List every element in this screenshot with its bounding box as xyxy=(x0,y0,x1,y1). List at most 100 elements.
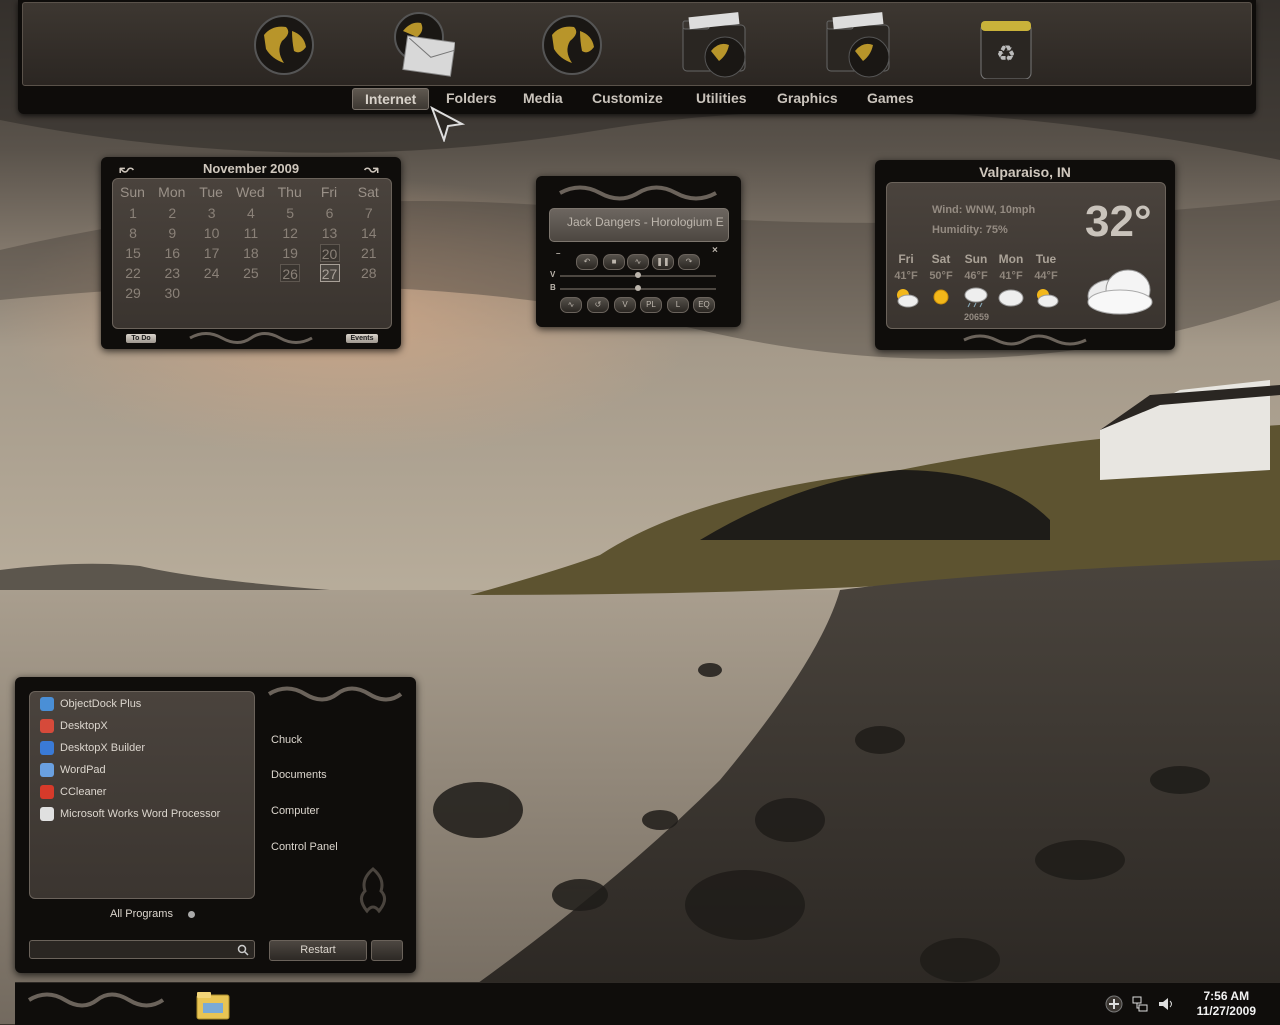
visualizer-button[interactable]: V xyxy=(614,297,636,313)
search-icon[interactable] xyxy=(237,944,249,956)
calendar-day[interactable]: 3 xyxy=(202,204,222,222)
volume-slider-knob[interactable] xyxy=(635,272,641,278)
next-button[interactable]: ↷ xyxy=(678,254,700,270)
all-programs-button[interactable]: All Programs xyxy=(110,908,196,920)
place-computer[interactable]: Computer xyxy=(271,805,319,817)
tab-games[interactable]: Games xyxy=(867,88,914,108)
calendar-day[interactable]: 30 xyxy=(162,284,182,302)
weekday-header: Sun xyxy=(120,184,145,200)
calendar-day[interactable]: 22 xyxy=(123,264,143,282)
forecast-day: Sat xyxy=(931,252,951,266)
calendar-day[interactable]: 17 xyxy=(202,244,222,262)
calendar-day[interactable]: 4 xyxy=(241,204,261,222)
weather-humidity: Humidity: 75% xyxy=(932,224,1008,236)
program-item[interactable]: CCleaner xyxy=(40,782,106,802)
search-input[interactable] xyxy=(32,942,234,957)
calendar-day[interactable]: 11 xyxy=(241,224,261,242)
explorer-folder-icon[interactable] xyxy=(195,989,231,1021)
calendar-day[interactable]: 9 xyxy=(162,224,182,242)
tribal-ornament-icon xyxy=(963,334,1087,346)
events-button[interactable]: Events xyxy=(346,334,378,343)
place-control-panel[interactable]: Control Panel xyxy=(271,841,338,853)
calendar-day[interactable]: 13 xyxy=(320,224,340,242)
calendar-day[interactable]: 28 xyxy=(359,264,379,282)
calendar-day[interactable]: 26 xyxy=(280,264,301,282)
minimize-button[interactable]: – xyxy=(556,249,560,258)
power-options-button[interactable] xyxy=(371,940,403,961)
start-button[interactable] xyxy=(25,989,167,1011)
program-label: DesktopX xyxy=(60,720,108,732)
place-user[interactable]: Chuck xyxy=(271,734,302,746)
media-player-widget: Jack Dangers - Horologium E – × ↶ ■ ∿ ❚❚… xyxy=(536,176,741,327)
mail-icon[interactable] xyxy=(391,11,456,79)
previous-button[interactable]: ↶ xyxy=(576,254,598,270)
tab-customize[interactable]: Customize xyxy=(592,88,663,108)
calendar-day[interactable]: 18 xyxy=(241,244,261,262)
calendar-day[interactable]: 12 xyxy=(280,224,300,242)
program-label: Microsoft Works Word Processor xyxy=(60,808,221,820)
calendar-day[interactable]: 19 xyxy=(280,244,300,262)
program-item[interactable]: WordPad xyxy=(40,760,106,780)
calendar-day[interactable]: 24 xyxy=(202,264,222,282)
place-documents[interactable]: Documents xyxy=(271,769,327,781)
shuffle-button[interactable]: ∿ xyxy=(560,297,582,313)
repeat-button[interactable]: ↺ xyxy=(587,297,609,313)
calendar-day-today[interactable]: 27 xyxy=(319,264,340,282)
folder-globe-icon[interactable] xyxy=(825,11,890,79)
todo-button[interactable]: To Do xyxy=(126,334,156,343)
calendar-day[interactable]: 25 xyxy=(241,264,261,282)
stop-button[interactable]: ■ xyxy=(603,254,625,270)
forecast-high: 41°F xyxy=(999,270,1023,282)
calendar-day[interactable]: 15 xyxy=(123,244,143,262)
playlist-button[interactable]: PL xyxy=(640,297,662,313)
weekday-header: Tue xyxy=(199,184,223,200)
tab-media[interactable]: Media xyxy=(523,88,563,108)
globe-icon[interactable] xyxy=(252,11,316,79)
forecast-day: Tue xyxy=(1035,252,1057,266)
recycle-bin-icon[interactable]: ♻ xyxy=(977,11,1041,80)
network-icon[interactable] xyxy=(1131,995,1149,1013)
calendar-widget: ↜ November 2009 ↝ Sun Mon Tue Wed Thu Fri Sat 1… xyxy=(101,157,401,349)
tab-graphics[interactable]: Graphics xyxy=(777,88,838,108)
plus-icon[interactable] xyxy=(1105,995,1123,1013)
play-button[interactable]: ∿ xyxy=(627,254,649,270)
calendar-day[interactable]: 23 xyxy=(162,264,182,282)
tab-folders[interactable]: Folders xyxy=(446,88,497,108)
program-label: DesktopX Builder xyxy=(60,742,145,754)
calendar-day[interactable]: 5 xyxy=(280,204,300,222)
program-item[interactable]: DesktopX xyxy=(40,716,108,736)
calendar-day[interactable]: 29 xyxy=(123,284,143,302)
calendar-day[interactable]: 1 xyxy=(123,204,143,222)
calendar-day[interactable]: 10 xyxy=(202,224,222,242)
pause-button[interactable]: ❚❚ xyxy=(652,254,674,270)
system-clock[interactable]: 7:56 AM 11/27/2009 xyxy=(1197,989,1256,1019)
weekday-header: Sat xyxy=(357,184,379,200)
tribal-ornament-icon xyxy=(559,185,717,201)
calendar-day[interactable]: 6 xyxy=(320,204,340,222)
close-button[interactable]: × xyxy=(712,245,718,256)
player-display: Jack Dangers - Horologium E xyxy=(549,208,729,242)
tab-utilities[interactable]: Utilities xyxy=(696,88,747,108)
folder-globe-icon[interactable] xyxy=(681,11,746,79)
program-item[interactable]: Microsoft Works Word Processor xyxy=(40,804,220,824)
calendar-day[interactable]: 8 xyxy=(123,224,143,242)
tab-internet[interactable]: Internet xyxy=(352,88,430,110)
calendar-day[interactable]: 14 xyxy=(359,224,379,242)
program-item[interactable]: ObjectDock Plus xyxy=(40,694,141,714)
dock-icon-shelf: ♻ xyxy=(22,2,1252,86)
globe-icon[interactable] xyxy=(540,11,604,79)
calendar-day[interactable]: 7 xyxy=(359,204,379,222)
calendar-day[interactable]: 21 xyxy=(359,244,379,262)
volume-icon[interactable] xyxy=(1157,995,1175,1013)
program-item[interactable]: DesktopX Builder xyxy=(40,738,145,758)
calendar-day[interactable]: 20 xyxy=(319,244,340,262)
program-label: ObjectDock Plus xyxy=(60,698,142,710)
forecast-day: Sun xyxy=(964,252,988,266)
balance-slider-knob[interactable] xyxy=(635,285,641,291)
calendar-day[interactable]: 2 xyxy=(162,204,182,222)
library-button[interactable]: L xyxy=(667,297,689,313)
calendar-day[interactable]: 16 xyxy=(162,244,182,262)
equalizer-button[interactable]: EQ xyxy=(693,297,715,313)
restart-button[interactable]: Restart xyxy=(269,940,367,961)
calendar-next-button[interactable]: ↝ xyxy=(364,159,379,180)
